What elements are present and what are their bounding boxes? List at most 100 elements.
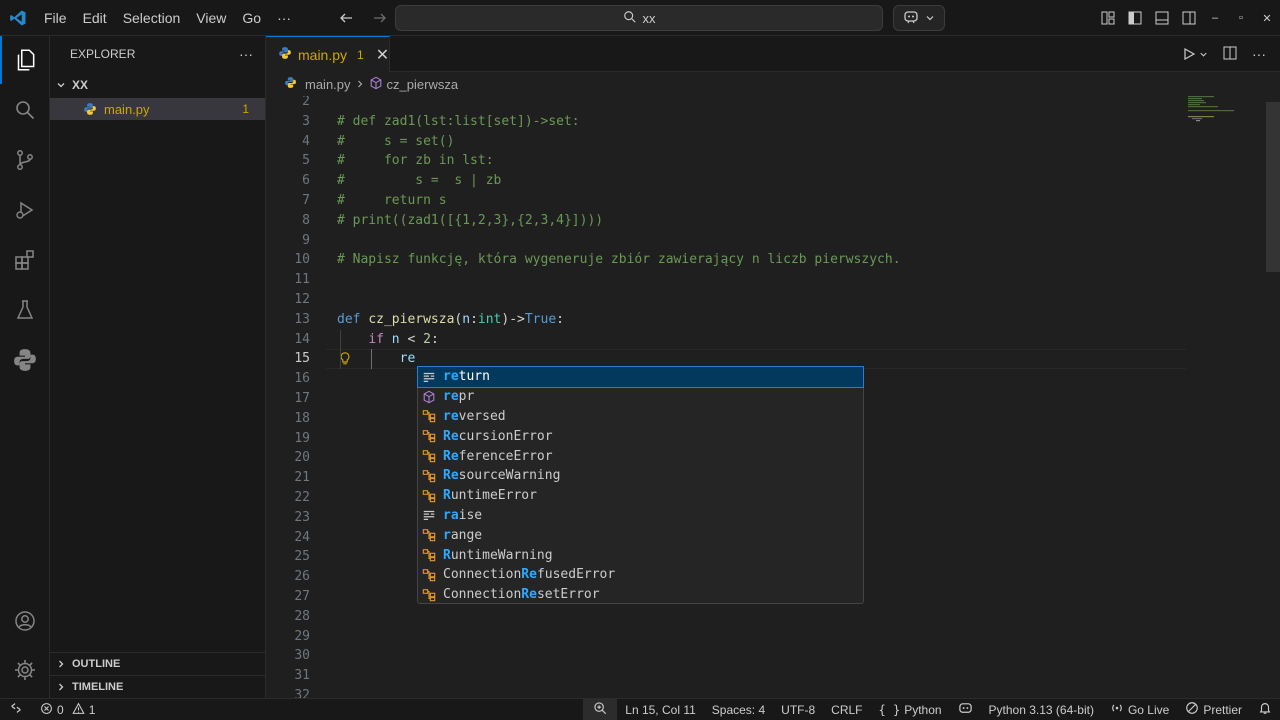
code-line[interactable]: 14 if n < 2: xyxy=(266,329,1280,350)
suggestion-item[interactable]: ReferenceError xyxy=(418,446,863,466)
explorer-icon[interactable] xyxy=(0,36,50,84)
explorer-title: EXPLORER xyxy=(70,47,136,61)
line-number: 25 xyxy=(294,549,310,565)
class-icon xyxy=(421,488,437,504)
forward-arrow-icon[interactable] xyxy=(368,6,392,30)
split-editor-icon[interactable] xyxy=(1222,45,1238,64)
outline-section[interactable]: OUTLINE xyxy=(50,652,266,674)
explorer-header: EXPLORER ··· xyxy=(50,36,265,72)
suggestion-item[interactable]: RuntimeError xyxy=(418,486,863,506)
code-line[interactable]: 6 # s = s | zb xyxy=(266,171,1280,191)
code-line[interactable]: 5 # for zb in lst: xyxy=(266,151,1280,171)
close-window-icon[interactable]: ✕ xyxy=(1254,0,1280,36)
line-text: # for zb in lst: xyxy=(337,153,494,169)
cursor-position[interactable]: Ln 15, Col 11 xyxy=(617,699,704,720)
zoom-indicator[interactable] xyxy=(583,698,618,720)
suggestion-item[interactable]: RuntimeWarning xyxy=(418,545,863,565)
code-line[interactable]: 8 # print((zad1([{1,2,3},{2,3,4}]))) xyxy=(266,211,1280,231)
encoding[interactable]: UTF-8 xyxy=(773,699,823,720)
remote-icon xyxy=(9,701,23,718)
menu-item-3[interactable]: View xyxy=(188,0,234,36)
search-icon[interactable] xyxy=(0,86,50,134)
code-line[interactable]: 7 # return s xyxy=(266,191,1280,211)
code-line[interactable]: 9 xyxy=(266,231,1280,251)
line-number: 8 xyxy=(302,212,310,228)
suggestion-item[interactable]: ConnectionResetError xyxy=(418,585,863,605)
timeline-section[interactable]: TIMELINE xyxy=(50,675,266,697)
prettier-status[interactable]: Prettier xyxy=(1177,699,1250,720)
more-actions-button[interactable]: ··· xyxy=(239,46,253,62)
testing-icon[interactable] xyxy=(0,286,50,334)
code-line[interactable]: 30 xyxy=(266,646,1280,666)
suggestion-item[interactable]: range xyxy=(418,525,863,545)
copilot-button[interactable] xyxy=(893,5,945,31)
remote-indicator[interactable] xyxy=(0,699,32,720)
suggestion-match: re xyxy=(443,389,459,405)
minimize-icon[interactable]: – xyxy=(1202,0,1228,36)
toggle-primary-sidebar-icon[interactable] xyxy=(1121,0,1148,36)
error-count: 0 xyxy=(57,702,64,717)
code-line[interactable]: 28 xyxy=(266,607,1280,627)
python-icon[interactable] xyxy=(0,336,50,384)
line-number: 24 xyxy=(294,529,310,545)
suggestion-suffix: ange xyxy=(450,527,483,543)
code-line[interactable]: 31 xyxy=(266,666,1280,686)
code-line[interactable]: 2 xyxy=(266,96,1280,112)
code-line[interactable]: 12 xyxy=(266,290,1280,310)
breadcrumb-file[interactable]: main.py xyxy=(305,77,351,92)
language-mode[interactable]: { } Python xyxy=(871,699,950,720)
code-line[interactable]: 4 # s = set() xyxy=(266,132,1280,152)
code-line[interactable]: 10 # Napisz funkcję, która wygeneruje zbi… xyxy=(266,250,1280,270)
customize-layout-icon[interactable] xyxy=(1094,0,1121,36)
keyword-icon xyxy=(421,369,437,385)
code-line[interactable]: 3 # def zad1(lst:list[set])->set: xyxy=(266,112,1280,132)
toggle-panel-icon[interactable] xyxy=(1148,0,1175,36)
menu-item-5[interactable]: ··· xyxy=(269,0,299,36)
suggestion-item[interactable]: reversed xyxy=(418,407,863,427)
code-line[interactable]: 11 xyxy=(266,270,1280,290)
suggestion-item[interactable]: raise xyxy=(418,506,863,526)
code-line[interactable]: 32 xyxy=(266,686,1280,698)
restore-icon[interactable]: ▫ xyxy=(1228,0,1254,36)
copilot-status[interactable] xyxy=(950,699,981,720)
go-live-label: Go Live xyxy=(1127,702,1170,717)
settings-gear-icon[interactable] xyxy=(0,646,50,694)
source-control-icon[interactable] xyxy=(0,136,50,184)
folder-xx[interactable]: XX xyxy=(50,74,265,96)
run-debug-icon[interactable] xyxy=(0,186,50,234)
file-main-py[interactable]: main.py 1 xyxy=(50,98,265,120)
suggestion-suffix: sourceWarning xyxy=(458,468,561,484)
back-arrow-icon[interactable] xyxy=(334,6,358,30)
problems-indicator[interactable]: 0 1 xyxy=(32,699,103,720)
prettier-disabled-icon xyxy=(1185,701,1199,718)
search-text: xx xyxy=(642,10,656,26)
suggestion-item[interactable]: return xyxy=(417,366,864,388)
line-number: 17 xyxy=(294,391,310,406)
menu-item-0[interactable]: File xyxy=(36,0,75,36)
extensions-icon[interactable] xyxy=(0,236,50,284)
run-python-icon[interactable] xyxy=(1181,46,1208,62)
suggestion-item[interactable]: repr xyxy=(418,387,863,407)
code-line[interactable]: 29 xyxy=(266,627,1280,647)
indentation[interactable]: Spaces: 4 xyxy=(704,699,773,720)
toggle-secondary-sidebar-icon[interactable] xyxy=(1175,0,1202,36)
line-ending[interactable]: CRLF xyxy=(823,699,870,720)
go-live-button[interactable]: Go Live xyxy=(1102,699,1177,720)
suggestion-item[interactable]: RecursionError xyxy=(418,426,863,446)
menu-item-2[interactable]: Selection xyxy=(115,0,189,36)
account-icon[interactable] xyxy=(0,597,50,645)
menu-item-4[interactable]: Go xyxy=(234,0,269,36)
command-center-search[interactable]: xx xyxy=(395,5,883,31)
more-actions-icon[interactable]: ··· xyxy=(1252,46,1266,62)
suggestion-item[interactable]: ConnectionRefusedError xyxy=(418,565,863,585)
python-interpreter[interactable]: Python 3.13 (64-bit) xyxy=(981,699,1102,720)
suggestion-item[interactable]: ResourceWarning xyxy=(418,466,863,486)
editor-actions: ··· xyxy=(1181,36,1266,72)
menu-item-1[interactable]: Edit xyxy=(75,0,115,36)
breadcrumb-symbol[interactable]: cz_pierwsza xyxy=(387,77,459,92)
close-icon[interactable]: ✕ xyxy=(376,45,389,65)
code-line[interactable]: 13 def cz_pierwsza(n:int)->True: xyxy=(266,310,1280,330)
class-icon xyxy=(421,587,437,603)
notifications-bell[interactable] xyxy=(1250,699,1280,720)
tab-main-py[interactable]: main.py 1 ✕ xyxy=(266,36,390,72)
